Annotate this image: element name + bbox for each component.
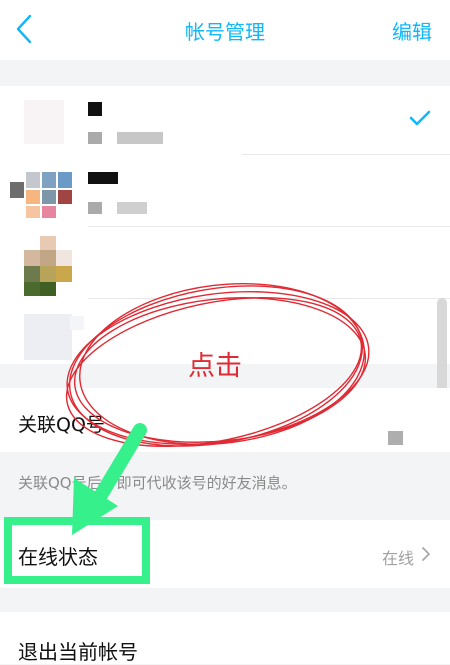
avatar: [24, 100, 64, 144]
avatar: [24, 314, 72, 360]
account-item[interactable]: [0, 162, 450, 232]
account-id-blur: [88, 132, 102, 144]
linked-qq-hint: 关联QQ号后，即可代收该号的好友消息。: [18, 474, 297, 492]
avatar-px: [56, 266, 72, 282]
chevron-right-icon: [422, 547, 430, 561]
avatar-px: [58, 172, 72, 188]
online-status-label: 在线状态: [18, 545, 98, 569]
divider: [242, 154, 450, 155]
avatar-px: [40, 282, 56, 296]
avatar-px: [24, 266, 40, 282]
avatar-px: [56, 250, 72, 266]
avatar-px: [26, 190, 40, 204]
linked-qq-label: 关联QQ号: [18, 414, 105, 436]
avatar-px: [24, 282, 40, 296]
account-item[interactable]: [0, 86, 450, 156]
page-title: 帐号管理: [185, 20, 265, 44]
account-item[interactable]: [0, 234, 450, 304]
avatar: [10, 182, 24, 198]
account-name-blur: [88, 172, 118, 184]
account-id-blur-2: [117, 202, 147, 214]
account-id-blur: [88, 202, 102, 214]
avatar: [40, 236, 56, 250]
linked-qq-badge: [388, 431, 403, 445]
account-name-blur: [88, 102, 102, 116]
avatar-px: [42, 190, 56, 204]
checkmark-icon: [409, 110, 431, 126]
logout-row[interactable]: 退出当前帐号: [0, 612, 450, 664]
linked-qq-row[interactable]: 关联QQ号: [0, 388, 450, 452]
account-list: [0, 86, 450, 412]
avatar-px: [26, 172, 40, 188]
logout-label: 退出当前帐号: [18, 640, 138, 664]
avatar-px: [24, 250, 40, 266]
account-id-blur-2: [117, 132, 163, 144]
annotation-click-text: 点击: [188, 351, 242, 382]
avatar-px: [58, 190, 72, 204]
online-status-value: 在线: [381, 549, 414, 568]
avatar-px: [40, 250, 56, 266]
header-bar: 帐号管理 编辑: [0, 0, 450, 60]
avatar-px: [40, 266, 56, 282]
avatar-px: [42, 172, 56, 188]
divider: [88, 298, 450, 299]
divider: [88, 226, 450, 227]
avatar-px: [42, 206, 56, 218]
edit-button[interactable]: 编辑: [392, 16, 432, 45]
avatar-px: [26, 206, 40, 218]
online-status-row[interactable]: 在线状态 在线: [0, 520, 450, 588]
avatar-px: [70, 316, 84, 330]
